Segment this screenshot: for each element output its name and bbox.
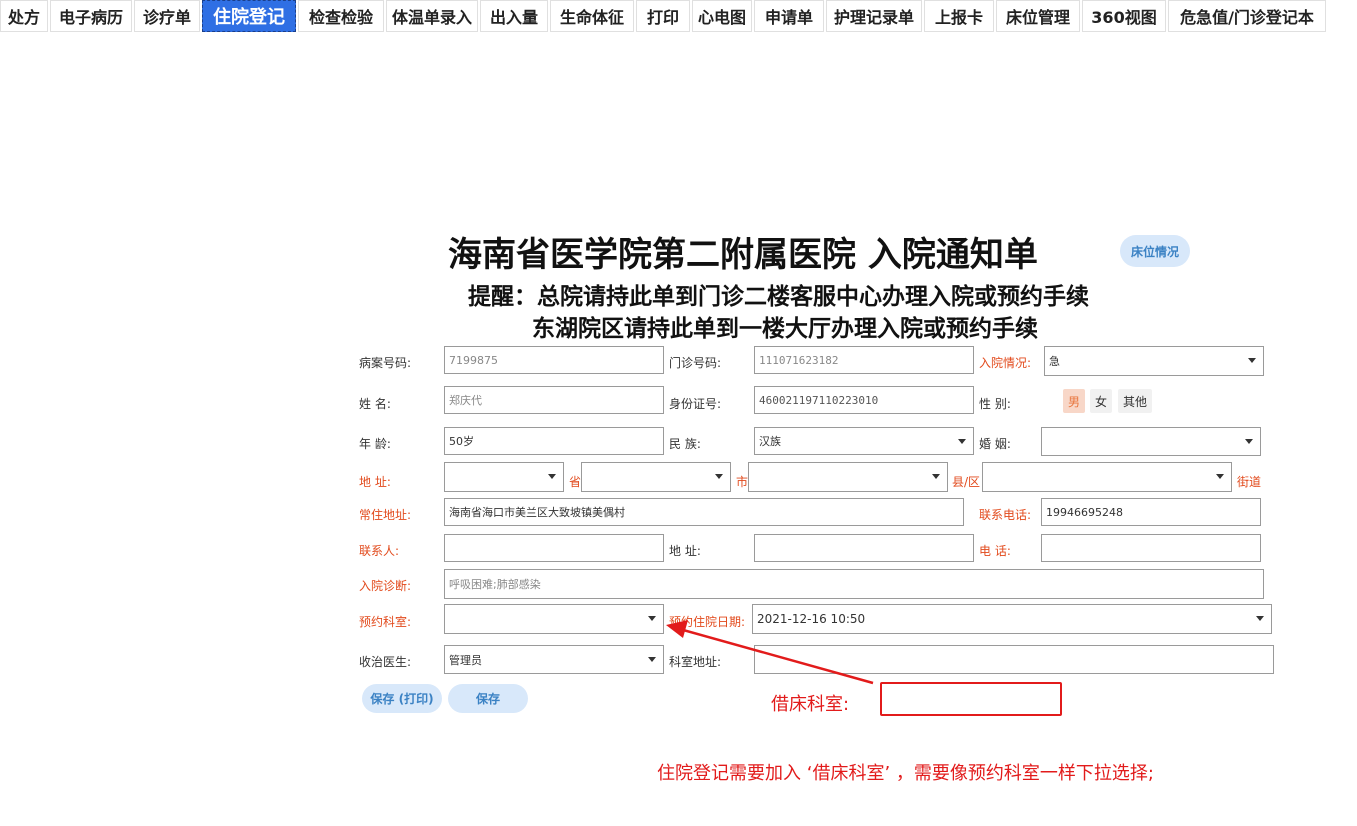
borrow-dept-annotation-box [880,682,1062,716]
annotation-arrow-head [666,620,688,638]
annotation-note: 住院登记需要加入 ‘借床科室’ ，需要像预约科室一样下拉选择; [657,763,1154,784]
annotation-arrow [666,620,874,685]
borrow-dept-annotation-label: 借床科室: [771,694,850,715]
annotation-arrow-line [675,626,874,685]
